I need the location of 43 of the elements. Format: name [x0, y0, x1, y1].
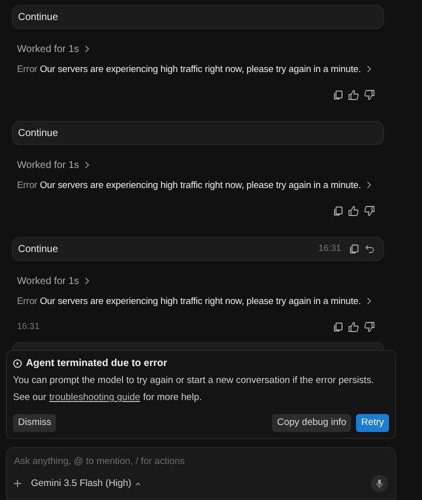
microphone-button[interactable]: [371, 475, 388, 492]
undo-icon[interactable]: [365, 244, 375, 254]
retry-button[interactable]: Retry: [356, 414, 389, 432]
chevron-right-icon[interactable]: [84, 161, 90, 169]
worked-duration[interactable]: Worked for 1s: [17, 42, 80, 56]
play-circle-icon: [13, 359, 22, 368]
dismiss-button[interactable]: Dismiss: [13, 414, 56, 432]
thumbs-down-icon[interactable]: [364, 90, 375, 100]
worked-duration[interactable]: Worked for 1s: [17, 274, 80, 288]
copy-icon[interactable]: [349, 244, 359, 254]
thumbs-up-icon[interactable]: [348, 322, 359, 332]
chevron-right-icon[interactable]: [366, 65, 372, 73]
chevron-right-icon[interactable]: [366, 297, 372, 305]
panel-title: Agent terminated due to error: [26, 357, 168, 371]
chevron-right-icon[interactable]: [366, 181, 372, 189]
microphone-icon: [376, 479, 383, 488]
prompt-text: Continue: [18, 126, 60, 140]
model-selector[interactable]: Gemini 3.5 Flash (High): [31, 476, 142, 491]
timestamp: 16:31: [318, 242, 341, 256]
copy-debug-button[interactable]: Copy debug info: [272, 414, 352, 432]
help-suffix: for more help.: [143, 392, 202, 404]
copy-icon[interactable]: [333, 322, 343, 332]
thumbs-down-icon[interactable]: [364, 206, 375, 216]
copy-icon[interactable]: [333, 206, 343, 216]
copy-icon[interactable]: [333, 90, 343, 100]
message-input[interactable]: Ask anything, @ to mention, / for actions Gemini 3.5 Flash (High): [6, 447, 396, 500]
thumbs-up-icon[interactable]: [348, 90, 359, 100]
caret-up-icon: [135, 482, 142, 486]
thumbs-up-icon[interactable]: [348, 206, 359, 216]
worked-duration[interactable]: Worked for 1s: [17, 158, 80, 172]
error-message: Error Our servers are experiencing high traffic right now, please try again in a minute.: [17, 294, 361, 308]
timestamp: 16:31: [17, 320, 40, 334]
prompt-text: Continue: [18, 10, 60, 24]
error-message: Error Our servers are experiencing high traffic right now, please try again in a minute.: [17, 178, 361, 192]
prompt-text: Continue: [18, 242, 60, 256]
help-prefix: See our: [13, 392, 46, 404]
chevron-right-icon[interactable]: [84, 45, 90, 53]
panel-body: You can prompt the model to try again or start a new conversation if the error persists.: [13, 375, 375, 387]
plus-icon[interactable]: [14, 480, 21, 488]
thumbs-down-icon[interactable]: [364, 322, 375, 332]
troubleshooting-link[interactable]: troubleshooting guide: [49, 392, 140, 404]
chevron-right-icon[interactable]: [84, 277, 90, 285]
error-message: Error Our servers are experiencing high traffic right now, please try again in a minute.: [17, 62, 361, 76]
